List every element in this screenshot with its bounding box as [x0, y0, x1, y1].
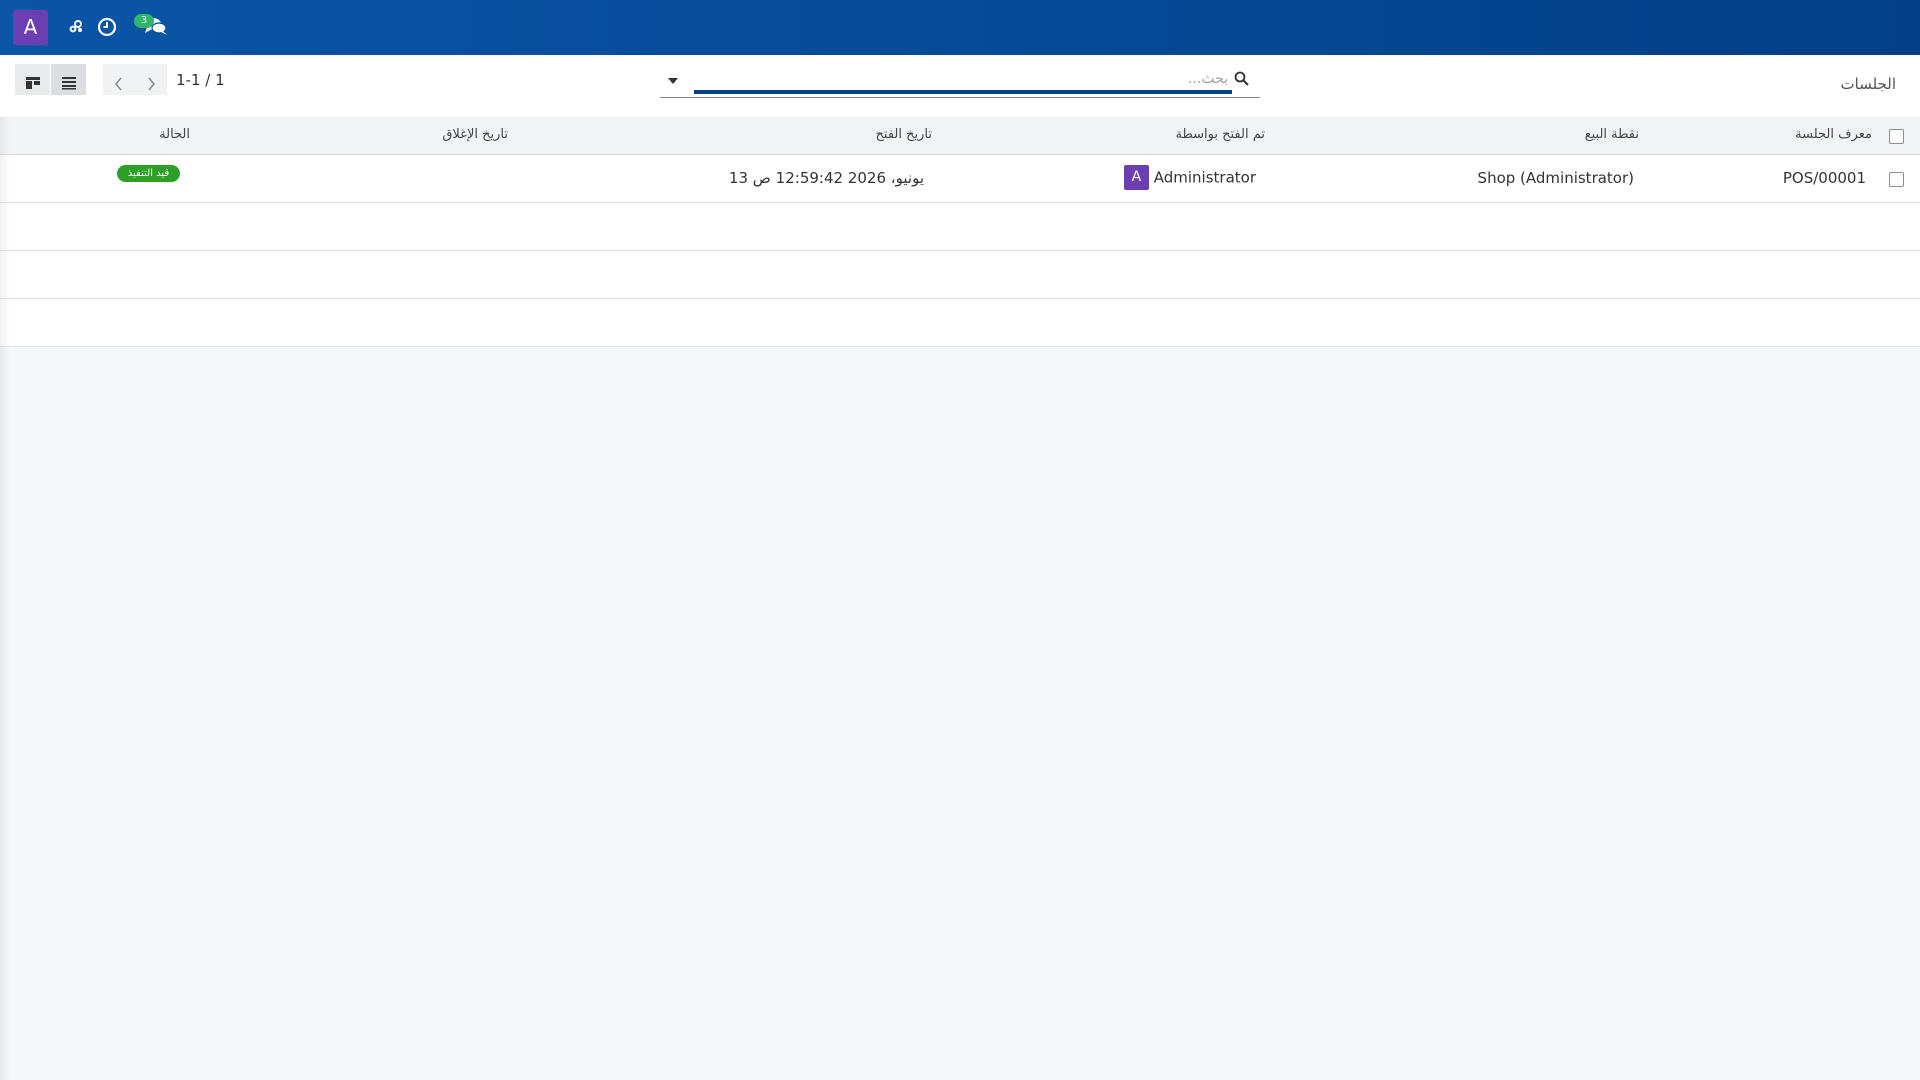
- point-of-sale-cell: Shop (Administrator): [1477, 169, 1634, 187]
- row-checkbox[interactable]: [1889, 172, 1904, 187]
- breadcrumb: الجلسات: [1840, 75, 1896, 93]
- opened-by-cell: A Administrator: [1123, 165, 1256, 190]
- chevron-right-icon: [148, 77, 155, 90]
- activity-icon[interactable]: [66, 16, 88, 38]
- session-id-cell: POS/00001: [1782, 169, 1866, 187]
- top-navbar: A 3: [0, 0, 1920, 55]
- column-header-session-id[interactable]: معرف الجلسة: [1795, 127, 1872, 142]
- status-badge: قيد التنفيذ: [117, 165, 180, 182]
- column-header-point-of-sale[interactable]: نقطة البيع: [1585, 127, 1639, 142]
- search-options-toggle[interactable]: [660, 69, 686, 91]
- pager-next-button[interactable]: [135, 64, 167, 95]
- list-view-icon: [61, 77, 76, 90]
- control-panel: 1-1 / 1 الجلسات: [0, 55, 1920, 118]
- empty-row: [0, 203, 1920, 251]
- page-edge-shadow: [0, 117, 10, 1080]
- pager-value[interactable]: 1-1 / 1: [176, 71, 225, 89]
- pager-previous-button[interactable]: [103, 64, 135, 95]
- kanban-view-icon: [25, 77, 40, 89]
- kanban-view-button[interactable]: [15, 64, 50, 95]
- column-header-status[interactable]: الحالة: [159, 127, 190, 142]
- opened-by-name: Administrator: [1153, 168, 1256, 187]
- clock-icon[interactable]: [96, 16, 118, 38]
- chevron-left-icon: [115, 77, 122, 90]
- search-bar: [660, 63, 1260, 98]
- empty-row: [0, 299, 1920, 347]
- column-header-opening-date[interactable]: تاريخ الفتح: [876, 127, 932, 142]
- caret-down-icon: [668, 77, 678, 84]
- search-icon[interactable]: [1234, 71, 1249, 90]
- column-header-closing-date[interactable]: تاريخ الإغلاق: [442, 127, 508, 142]
- opening-date-cell: 13 يونيو، 2026 12:59:42 ص: [728, 169, 924, 187]
- table-row[interactable]: POS/00001 Shop (Administrator) A Adminis…: [0, 155, 1920, 203]
- search-input[interactable]: [694, 68, 1232, 94]
- select-all-checkbox[interactable]: [1889, 129, 1904, 144]
- table-header-row: معرف الجلسة نقطة البيع تم الفتح بواسطة ت…: [0, 117, 1920, 155]
- sessions-list: معرف الجلسة نقطة البيع تم الفتح بواسطة ت…: [0, 117, 1920, 347]
- chat-badge: 3: [134, 14, 154, 28]
- empty-row: [0, 251, 1920, 299]
- user-avatar[interactable]: A: [13, 10, 48, 45]
- list-view-button[interactable]: [51, 64, 86, 95]
- column-header-opened-by[interactable]: تم الفتح بواسطة: [1176, 127, 1265, 142]
- avatar[interactable]: A: [1123, 165, 1149, 190]
